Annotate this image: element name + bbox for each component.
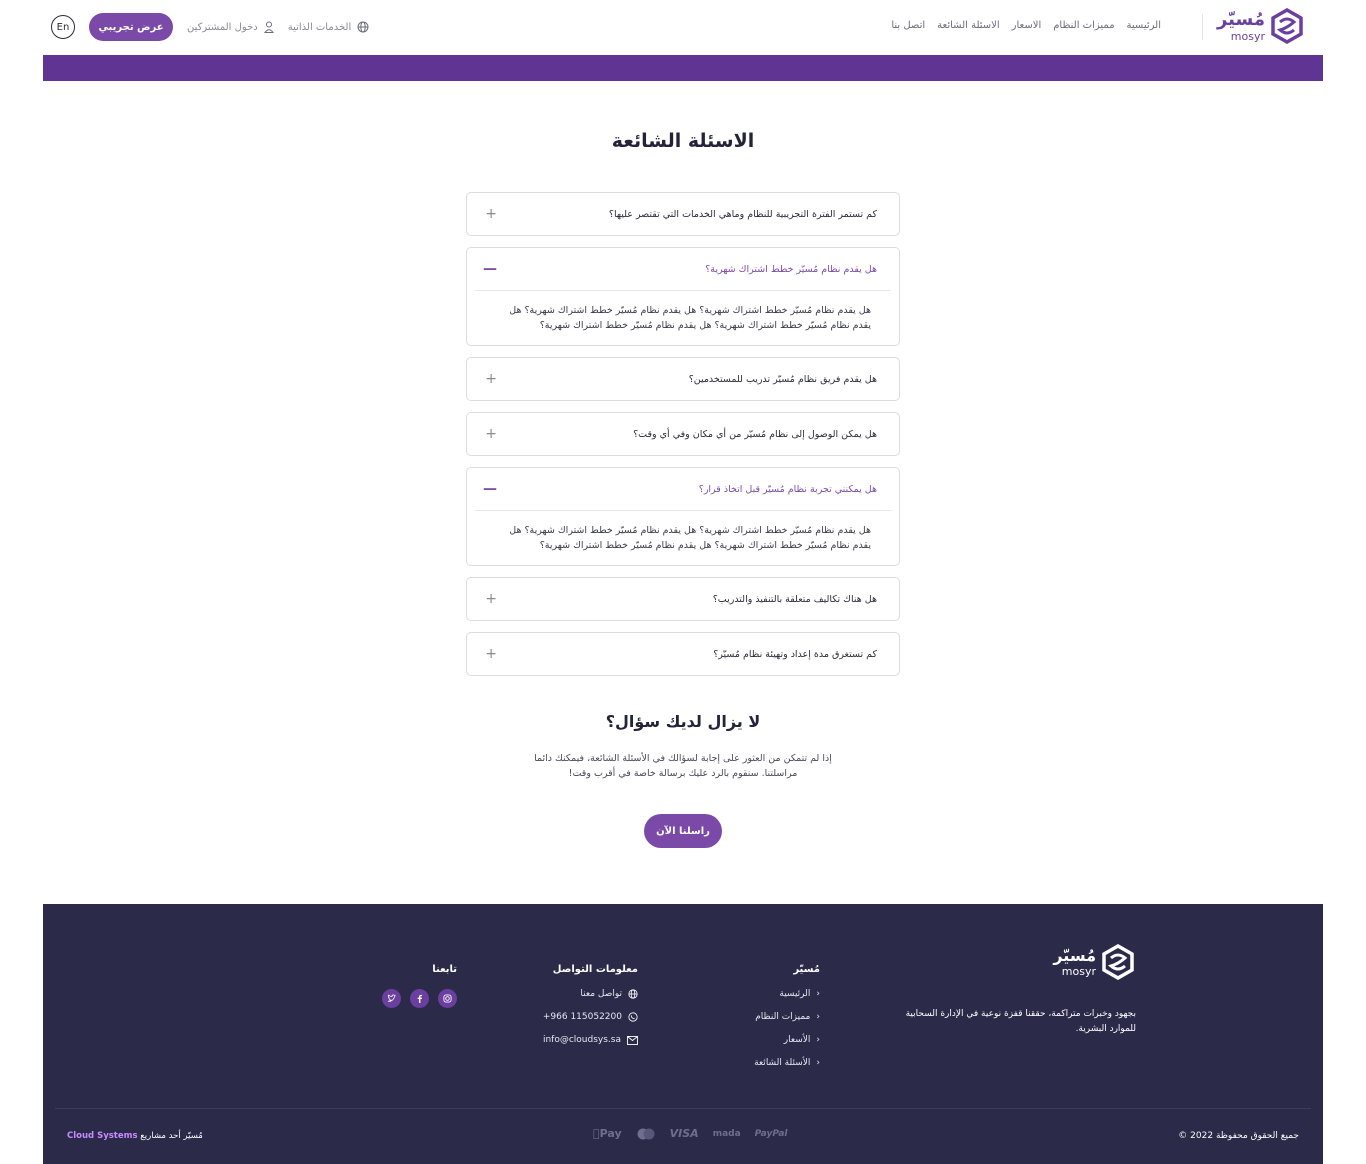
footer-phone-link[interactable]: +966 115052200 (543, 1012, 638, 1022)
site-header: مُسيّر mosyr الرئيسية مميزات النظام الاس… (43, 0, 1323, 55)
mail-icon (627, 1035, 638, 1045)
subscribers-login-label: دخول المشتركين (187, 21, 258, 33)
faq-question[interactable]: هل يمكن الوصول إلى نظام مُسيّر من أي مكا… (467, 413, 899, 455)
ask-text: إذا لم تتمكن من العثور على إجابة لسؤالك … (534, 753, 832, 779)
faq-question[interactable]: هل يمكنني تجربة نظام مُسيّر قبل اتخاذ قر… (467, 468, 899, 510)
faq-item: كم تستمر الفترة التجريبية للنظام وماهي ا… (466, 192, 900, 236)
language-button[interactable]: En (51, 15, 75, 39)
plus-icon[interactable]: + (485, 426, 497, 442)
chevron-left-icon: ‹ (816, 1012, 820, 1022)
header-divider (1202, 14, 1203, 40)
plus-icon[interactable]: + (485, 646, 497, 662)
footer-follow-title: تابعنا (432, 964, 457, 975)
nav-features[interactable]: مميزات النظام (1053, 20, 1114, 31)
demo-button[interactable]: عرض تجريبي (89, 13, 173, 41)
mastercard-icon (637, 1128, 655, 1139)
faq-item: هل يقدم نظام مُسيّر خطط اشتراك شهرية؟ — ه… (466, 247, 900, 346)
faq-question[interactable]: هل يقدم فريق نظام مُسيّر تدريب للمستخدمي… (467, 358, 899, 400)
footer-description: بجهود وخبرات متراكمة، حققنا قفزة نوعية ف… (905, 1009, 1136, 1034)
facebook-icon[interactable] (410, 989, 429, 1008)
footer-link-home[interactable]: ‹ الرئيسية (754, 989, 820, 999)
faq-answer: هل يقدم نظام مُسيّر خطط اشتراك شهرية؟ هل… (475, 290, 891, 345)
faq-item: هل يمكنني تجربة نظام مُسيّر قبل اتخاذ قر… (466, 467, 900, 566)
faq-item: كم تستغرق مدة إعداد وتهيئة نظام مُسيّر؟ + (466, 632, 900, 676)
payment-methods: Pay VISA mada PayPal (593, 1127, 788, 1140)
footer-follow-us: تابعنا (382, 964, 457, 1008)
page-title: الاسئلة الشائعة (611, 130, 755, 152)
nav-contact[interactable]: اتصل بنا (891, 20, 925, 31)
logo-english: mosyr (1230, 29, 1265, 43)
globe-icon (357, 21, 369, 33)
nav-faq[interactable]: الاسئلة الشائعة (937, 20, 1000, 31)
whatsapp-icon (628, 1012, 638, 1022)
instagram-icon[interactable] (438, 989, 457, 1008)
faq-list: كم تستمر الفترة التجريبية للنظام وماهي ا… (466, 192, 900, 687)
minus-icon[interactable]: — (483, 261, 497, 277)
footer-link-faq[interactable]: ‹ الأسئلة الشائعة (754, 1058, 820, 1068)
footer-link-pricing[interactable]: ‹ الأسعار (754, 1035, 820, 1045)
ask-title: لا يزال لديك سؤال؟ (605, 712, 761, 731)
faq-item: هل يمكن الوصول إلى نظام مُسيّر من أي مكا… (466, 412, 900, 456)
faq-question[interactable]: هل هناك تكاليف متعلقة بالتنفيذ والتدريب؟… (467, 578, 899, 620)
footer-logo[interactable]: مُسيّر mosyr (1053, 944, 1136, 980)
site-footer: مُسيّر mosyr بجهود وخبرات متراكمة، حققنا… (43, 904, 1323, 1164)
logo-arabic: مُسيّر (1216, 8, 1265, 30)
chevron-left-icon: ‹ (816, 1035, 820, 1045)
nav-pricing[interactable]: الاسعار (1012, 20, 1042, 31)
minus-icon[interactable]: — (483, 481, 497, 497)
faq-item: هل يقدم فريق نظام مُسيّر تدريب للمستخدمي… (466, 357, 900, 401)
copyright-text: جميع الحقوق محفوظة 2022 © (1178, 1131, 1299, 1141)
plus-icon[interactable]: + (485, 206, 497, 222)
globe-icon (628, 989, 638, 999)
chevron-left-icon: ‹ (816, 989, 820, 999)
footer-divider (55, 1108, 1311, 1109)
footer-logo-english: mosyr (1061, 964, 1096, 978)
credit-text: مُسيّر أحد مشاريع Cloud Systems (67, 1131, 203, 1141)
faq-question[interactable]: كم تستغرق مدة إعداد وتهيئة نظام مُسيّر؟ + (467, 633, 899, 675)
user-icon (263, 21, 274, 33)
footer-mosyr-title: مُسيّر (793, 964, 820, 975)
footer-link-features[interactable]: ‹ مميزات النظام (754, 1012, 820, 1022)
header-actions: En عرض تجريبي دخول المشتركين الخدمات الذ… (51, 13, 369, 41)
plus-icon[interactable]: + (485, 371, 497, 387)
faq-question[interactable]: هل يقدم نظام مُسيّر خطط اشتراك شهرية؟ — (467, 248, 899, 290)
footer-contact-info: معلومات التواصل تواصل معنا +966 11505220… (543, 964, 638, 1058)
self-services-link[interactable]: الخدمات الذاتية (288, 21, 370, 33)
footer-email-link[interactable]: info@cloudsys.sa (543, 1035, 638, 1045)
faq-question[interactable]: كم تستمر الفترة التجريبية للنظام وماهي ا… (467, 193, 899, 235)
faq-answer: هل يقدم نظام مُسيّر خطط اشتراك شهرية؟ هل… (475, 510, 891, 565)
paypal-icon: PayPal (748, 1128, 788, 1139)
header-banner-bar (43, 55, 1323, 81)
mada-icon: mada (706, 1128, 741, 1139)
footer-mosyr-links: مُسيّر ‹ الرئيسية ‹ مميزات النظام ‹ الأسعار… (754, 964, 820, 1081)
credit-company-link[interactable]: Cloud Systems (67, 1131, 138, 1141)
chevron-left-icon: ‹ (816, 1058, 820, 1068)
mosyr-logo-icon (1271, 8, 1303, 44)
brand-logo[interactable]: مُسيّر mosyr (1217, 8, 1305, 44)
faq-item: هل هناك تكاليف متعلقة بالتنفيذ والتدريب؟… (466, 577, 900, 621)
contact-now-button[interactable]: راسلنا الآن (644, 814, 722, 848)
footer-contact-us-link[interactable]: تواصل معنا (543, 989, 638, 999)
nav-home[interactable]: الرئيسية (1127, 20, 1161, 31)
twitter-icon[interactable] (382, 989, 401, 1008)
visa-icon: VISA (663, 1127, 699, 1140)
self-services-label: الخدمات الذاتية (287, 21, 352, 33)
social-links (382, 989, 457, 1008)
footer-contact-title: معلومات التواصل (552, 964, 638, 975)
footer-logo-arabic: مُسيّر (1053, 945, 1096, 965)
mosyr-logo-icon (1102, 944, 1134, 980)
plus-icon[interactable]: + (485, 591, 497, 607)
apple-pay-icon: Pay (593, 1127, 622, 1140)
subscribers-login-link[interactable]: دخول المشتركين (187, 21, 274, 33)
main-nav: الرئيسية مميزات النظام الاسعار الاسئلة ا… (891, 20, 1161, 31)
